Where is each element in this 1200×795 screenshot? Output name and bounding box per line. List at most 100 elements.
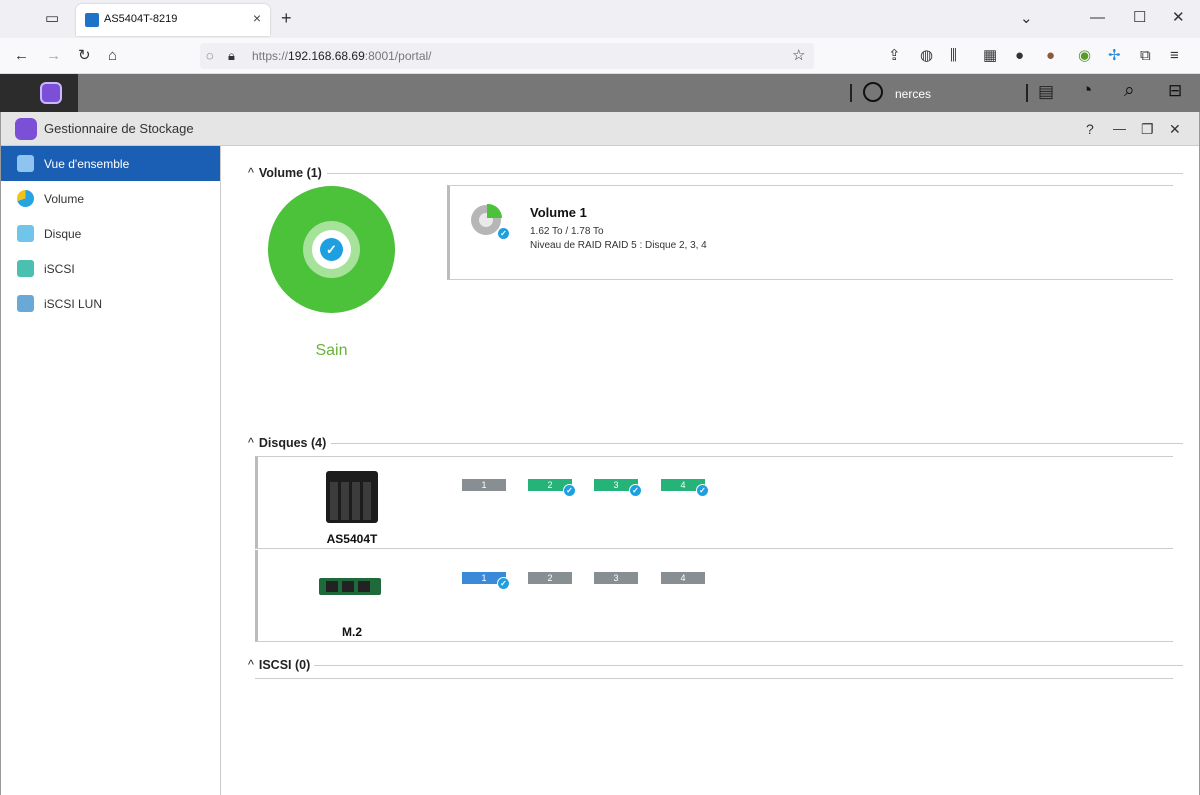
m2-slot-2[interactable]: 2 xyxy=(528,572,572,584)
disk-check-icon: ✓ xyxy=(629,484,642,497)
disks-section-header[interactable]: ^ Disques (4) xyxy=(248,436,326,450)
iscsi-section-header[interactable]: ^ ISCSI (0) xyxy=(248,658,310,672)
divider xyxy=(1026,84,1028,102)
tab-close-icon[interactable]: × xyxy=(253,10,261,26)
section-title: ISCSI (0) xyxy=(258,658,311,672)
check-icon: ✓ xyxy=(320,238,343,261)
extension-tool-icon[interactable]: ✢ xyxy=(1108,48,1121,64)
forward-icon[interactable]: → xyxy=(46,48,61,64)
sidebar-item-volume[interactable]: Volume xyxy=(1,181,220,216)
disk-check-icon: ✓ xyxy=(563,484,576,497)
divider xyxy=(314,665,1183,666)
app-launcher-area xyxy=(0,74,78,112)
volume-name: Volume 1 xyxy=(530,205,587,220)
storage-manager-app-icon[interactable] xyxy=(40,82,62,104)
section-title: Disques (4) xyxy=(258,436,327,450)
disk-slot-1[interactable]: 1 xyxy=(462,479,506,491)
dashboard-gauge-icon[interactable]: ◔ xyxy=(1081,81,1092,100)
window-maximize-icon[interactable]: ☐ xyxy=(1133,10,1146,26)
device-name: M.2 xyxy=(341,625,362,639)
tab-overview-icon[interactable]: ▭ xyxy=(45,11,59,27)
collapse-caret-icon[interactable]: ^ xyxy=(248,436,254,450)
sidebar: Vue d'ensemble Volume Disque iSCSI iSCSI… xyxy=(1,146,221,795)
app-top-bar: nerces ▤ ◔ ⌕ ⊟ xyxy=(0,74,1200,112)
extension-dots-icon[interactable]: ● xyxy=(1015,48,1024,64)
divider xyxy=(327,173,1183,174)
volume-card[interactable]: ✓ Volume 1 1.62 To / 1.78 To Niveau de R… xyxy=(447,185,1173,280)
m2-chip xyxy=(326,581,338,592)
window-minimize-icon[interactable]: — xyxy=(1090,10,1105,26)
browser-nav-bar: ← → ↻ ⌂ ◌ 🔒︎ https://192.168.68.69:8001/… xyxy=(0,38,1200,74)
m2-chip xyxy=(342,581,354,592)
browser-tab[interactable]: AS5404T-8219 × xyxy=(76,4,270,36)
extension-avatar-icon[interactable]: ● xyxy=(1046,48,1055,64)
divider xyxy=(850,84,852,102)
nas-bay xyxy=(341,482,349,520)
extension-grid-icon[interactable]: ▦ xyxy=(983,48,997,64)
favicon-icon xyxy=(85,13,99,27)
shield-icon[interactable]: ◌ xyxy=(206,48,214,64)
new-tab-button[interactable]: + xyxy=(281,9,292,27)
device-card-nas: AS5404T 1 2 ✓ 3 ✓ 4 ✓ xyxy=(255,456,1173,549)
collapse-caret-icon[interactable]: ^ xyxy=(248,166,254,180)
extension-badge-icon[interactable]: ◉ xyxy=(1078,48,1091,64)
iscsi-lun-icon xyxy=(17,295,34,312)
sidebar-item-label: Disque xyxy=(44,227,82,241)
divider xyxy=(331,443,1183,444)
sidebar-item-disk[interactable]: Disque xyxy=(1,216,220,251)
volume-check-icon: ✓ xyxy=(497,227,510,240)
search-icon[interactable]: ⌕ xyxy=(1124,81,1135,100)
m2-slot-3[interactable]: 3 xyxy=(594,572,638,584)
url-bar[interactable]: ◌ 🔒︎ https://192.168.68.69:8001/portal/ … xyxy=(200,43,814,69)
nas-bay xyxy=(363,482,371,520)
username[interactable]: nerces xyxy=(895,87,931,101)
sidebar-item-label: Vue d'ensemble xyxy=(44,157,130,171)
disk-check-icon: ✓ xyxy=(497,577,510,590)
disk-icon xyxy=(17,225,34,242)
window-minimize-button[interactable]: — xyxy=(1113,121,1126,137)
sidebar-item-label: iSCSI LUN xyxy=(44,297,103,311)
app-taskbar xyxy=(78,74,1200,112)
window-close-button[interactable]: ✕ xyxy=(1169,121,1181,137)
sidebar-item-overview[interactable]: Vue d'ensemble xyxy=(1,146,220,181)
url-text[interactable]: https://192.168.68.69:8001/portal/ xyxy=(252,49,432,63)
volume-pie-icon xyxy=(17,190,34,207)
messages-icon[interactable]: ▤ xyxy=(1038,83,1054,100)
collapse-caret-icon[interactable]: ^ xyxy=(248,658,254,672)
settings-panel-icon[interactable]: ⊟ xyxy=(1168,82,1182,99)
sidebar-item-label: Volume xyxy=(44,192,85,206)
volume-raid-info: Niveau de RAID RAID 5 : Disque 2, 3, 4 xyxy=(530,240,707,251)
section-title: Volume (1) xyxy=(258,166,322,180)
tab-list-chevron-icon[interactable]: ⌄ xyxy=(1020,11,1033,27)
disk-check-icon: ✓ xyxy=(696,484,709,497)
sidebar-item-iscsi-lun[interactable]: iSCSI LUN xyxy=(1,286,220,321)
device-card-m2: M.2 1 ✓ 2 3 4 xyxy=(255,550,1173,642)
user-avatar-icon[interactable] xyxy=(863,82,883,102)
window-title-bar[interactable]: Gestionnaire de Stockage ? — ❐ ✕ xyxy=(1,112,1199,146)
device-name: AS5404T xyxy=(326,532,378,546)
tab-title: AS5404T-8219 xyxy=(104,13,178,25)
extensions-icon[interactable]: ⧉ xyxy=(1140,48,1151,64)
iscsi-icon xyxy=(17,260,34,277)
volume-section-header[interactable]: ^ Volume (1) xyxy=(248,166,322,180)
bookmark-star-icon[interactable]: ☆ xyxy=(792,48,805,64)
browser-tab-bar: ▭ AS5404T-8219 × + ⌄ — ☐ ✕ xyxy=(0,0,1200,38)
volume-capacity: 1.62 To / 1.78 To xyxy=(530,226,604,237)
window-title: Gestionnaire de Stockage xyxy=(44,121,194,136)
sidebar-item-iscsi[interactable]: iSCSI xyxy=(1,251,220,286)
back-icon[interactable]: ← xyxy=(14,48,29,64)
help-button[interactable]: ? xyxy=(1086,121,1094,137)
shield-ext-icon[interactable]: ◍ xyxy=(920,48,933,64)
library-icon[interactable]: ⫼ xyxy=(950,48,957,64)
window-close-icon[interactable]: ✕ xyxy=(1172,10,1185,26)
menu-icon[interactable]: ≡ xyxy=(1170,48,1179,64)
lock-icon[interactable]: 🔒︎ xyxy=(228,48,235,64)
pocket-icon[interactable]: ⇪ xyxy=(888,48,901,64)
reload-icon[interactable]: ↻ xyxy=(78,48,91,64)
nas-bay xyxy=(330,482,338,520)
window-restore-button[interactable]: ❐ xyxy=(1141,121,1154,137)
health-status-label: Sain xyxy=(315,342,348,359)
home-icon[interactable]: ⌂ xyxy=(108,48,117,64)
storage-manager-icon xyxy=(15,118,37,140)
m2-slot-4[interactable]: 4 xyxy=(661,572,705,584)
